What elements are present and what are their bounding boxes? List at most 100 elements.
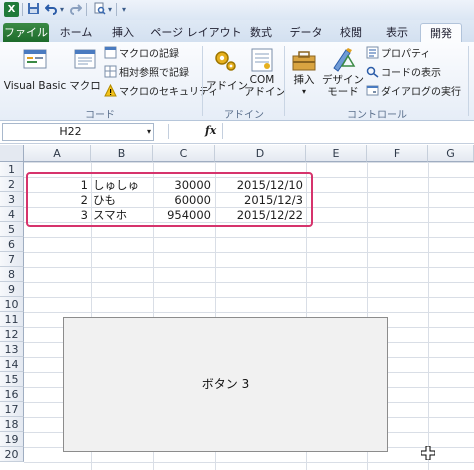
qa-separator [86, 3, 87, 16]
view-code-button[interactable]: コードの表示 [366, 65, 441, 81]
select-all-corner[interactable] [0, 145, 24, 162]
insert-dropdown-icon: ▾ [301, 87, 306, 96]
formula-separator [168, 124, 169, 139]
com-addin-icon [247, 46, 277, 74]
addin-button[interactable]: アドイン [206, 46, 248, 92]
row-header-15[interactable]: 15 [0, 372, 24, 387]
print-preview-icon[interactable] [92, 2, 106, 17]
row-header-20[interactable]: 20 [0, 447, 24, 462]
record-macro-label: マクロの記録 [119, 49, 179, 60]
undo-dropdown-icon[interactable]: ▾ [58, 2, 66, 17]
addin-label: アドイン [206, 80, 248, 92]
crosshair-cursor-icon [420, 445, 436, 461]
tab-view[interactable]: 表示 [382, 23, 412, 42]
insert-control-button[interactable]: 挿入 ▾ [288, 46, 320, 98]
row-header-8[interactable]: 8 [0, 267, 24, 282]
row-header-17[interactable]: 17 [0, 402, 24, 417]
row-header-7[interactable]: 7 [0, 252, 24, 267]
highlight-box [26, 172, 313, 227]
tab-data[interactable]: データ [288, 23, 324, 42]
group-separator [468, 46, 469, 116]
row-header-10[interactable]: 10 [0, 297, 24, 312]
addin-gear-icon [210, 46, 240, 74]
view-code-label: コードの表示 [381, 68, 441, 79]
column-header-f[interactable]: F [367, 145, 428, 162]
tab-insert[interactable]: 挿入 [108, 23, 138, 42]
macro-label: マクロ [69, 80, 101, 92]
macro-button[interactable]: マクロ [68, 46, 102, 92]
warning-icon [104, 83, 117, 97]
record-macro-icon [104, 46, 117, 59]
ribbon-developer: Visual Basic マクロ マクロの記録 相対参照で記録 マクロのセキュリ… [0, 42, 474, 121]
run-dialog-icon [366, 84, 379, 97]
tab-file[interactable]: ファイル [3, 23, 49, 42]
row-header-18[interactable]: 18 [0, 417, 24, 432]
toolbox-icon [289, 46, 319, 74]
formula-input[interactable] [222, 123, 473, 139]
properties-button[interactable]: プロパティ [366, 46, 430, 62]
visual-basic-button[interactable]: Visual Basic [2, 46, 68, 92]
form-control-button[interactable]: ボタン 3 [63, 317, 388, 452]
redo-icon[interactable] [68, 2, 82, 17]
name-box-value: H22 [59, 125, 82, 138]
visual-basic-icon [20, 46, 50, 74]
row-header-13[interactable]: 13 [0, 342, 24, 357]
ribbon-tabs: ファイル ホーム 挿入 ページ レイアウト 数式 データ 校閲 表示 開発 [0, 20, 474, 44]
relative-reference-icon [104, 65, 117, 78]
save-icon[interactable] [26, 2, 40, 17]
print-dropdown-icon[interactable]: ▾ [106, 2, 114, 17]
row-header-9[interactable]: 9 [0, 282, 24, 297]
design-mode-label-line1: デザイン [322, 74, 364, 86]
addin-group-label: アドイン [224, 110, 264, 121]
visual-basic-label: Visual Basic [3, 80, 67, 92]
customize-icon[interactable]: ▾ [120, 2, 128, 17]
tab-review[interactable]: 校閲 [336, 23, 366, 42]
insert-function-icon[interactable]: fx [205, 124, 216, 137]
row-header-11[interactable]: 11 [0, 312, 24, 327]
design-mode-icon [328, 46, 358, 74]
column-header-a[interactable]: A [24, 145, 91, 162]
name-box[interactable]: H22 ▾ [2, 123, 154, 141]
properties-icon [366, 46, 379, 59]
design-mode-button[interactable]: デザイン モード [322, 46, 364, 98]
row-header-3[interactable]: 3 [0, 192, 24, 207]
run-dialog-label: ダイアログの実行 [381, 87, 461, 98]
undo-icon[interactable] [44, 2, 58, 17]
group-separator [202, 46, 203, 116]
column-header-e[interactable]: E [306, 145, 367, 162]
control-group-label: コントロール [347, 110, 407, 121]
row-header-6[interactable]: 6 [0, 237, 24, 252]
macro-security-label: マクロのセキュリティ [119, 87, 219, 98]
row-header-16[interactable]: 16 [0, 387, 24, 402]
row-header-2[interactable]: 2 [0, 177, 24, 192]
tab-home[interactable]: ホーム [56, 23, 96, 42]
group-separator [284, 46, 285, 116]
properties-label: プロパティ [381, 49, 431, 60]
qa-separator [116, 3, 117, 16]
row-header-5[interactable]: 5 [0, 222, 24, 237]
excel-logo-icon[interactable]: X [4, 2, 19, 17]
column-header-d[interactable]: D [215, 145, 306, 162]
row-header-12[interactable]: 12 [0, 327, 24, 342]
row-header-19[interactable]: 19 [0, 432, 24, 447]
gridline [428, 162, 429, 470]
row-header-14[interactable]: 14 [0, 357, 24, 372]
row-header-1[interactable]: 1 [0, 162, 24, 177]
run-dialog-button[interactable]: ダイアログの実行 [366, 84, 461, 100]
tab-page-layout[interactable]: ページ レイアウト [148, 23, 244, 42]
name-box-dropdown-icon[interactable]: ▾ [147, 124, 151, 140]
column-header-c[interactable]: C [153, 145, 215, 162]
quick-access-toolbar: X ▾ ▾ ▾ [0, 0, 474, 21]
code-group-label: コード [85, 110, 115, 121]
column-header-b[interactable]: B [91, 145, 153, 162]
relative-reference-button[interactable]: 相対参照で記録 [104, 65, 189, 81]
tab-formulas[interactable]: 数式 [246, 23, 276, 42]
com-addin-button[interactable]: COM アドイン [244, 46, 286, 98]
record-macro-button[interactable]: マクロの記録 [104, 46, 179, 62]
row-header-4[interactable]: 4 [0, 207, 24, 222]
design-mode-label-line2: モード [327, 86, 359, 98]
tab-developer[interactable]: 開発 [420, 23, 462, 44]
column-header-g[interactable]: G [428, 145, 474, 162]
relative-reference-label: 相対参照で記録 [119, 68, 189, 79]
view-code-icon [366, 65, 379, 78]
